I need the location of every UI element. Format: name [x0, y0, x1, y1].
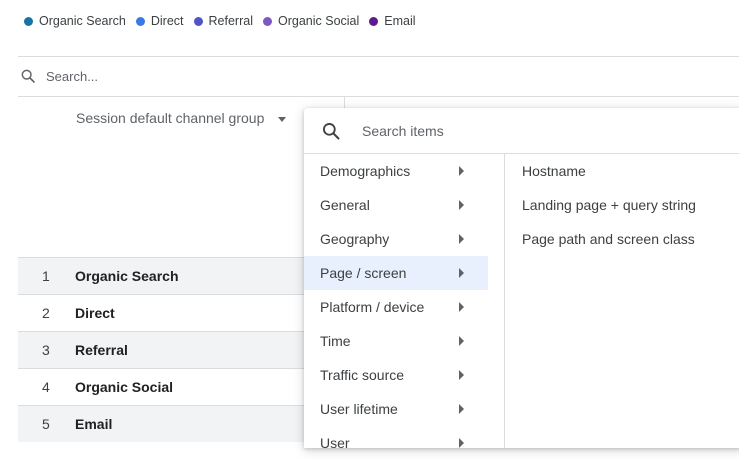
category-label: User lifetime: [320, 401, 398, 417]
category-item-user-lifetime[interactable]: User lifetime: [304, 392, 488, 426]
legend-item-referral[interactable]: Referral: [193, 14, 253, 28]
row-dimension-value: Email: [75, 416, 113, 432]
chevron-right-icon: [459, 200, 464, 210]
legend-item-organic-search[interactable]: Organic Search: [24, 14, 126, 28]
table-search-input[interactable]: [46, 68, 346, 84]
chevron-right-icon: [459, 438, 464, 448]
subitem-landing-page-query-string[interactable]: Landing page + query string: [505, 188, 696, 222]
legend-item-organic-social[interactable]: Organic Social: [262, 14, 360, 28]
menu-search-bar: [304, 108, 739, 154]
legend-label: Direct: [150, 14, 184, 28]
row-dimension-value: Direct: [75, 305, 115, 321]
subitem-list: Hostname Landing page + query string Pag…: [505, 154, 696, 448]
dropdown-caret-icon: [278, 116, 287, 122]
legend-item-direct[interactable]: Direct: [135, 14, 184, 28]
menu-body: Demographics General Geography Page / sc…: [304, 154, 739, 451]
menu-search-input[interactable]: [362, 122, 702, 139]
legend-dot: [262, 16, 272, 26]
category-item-traffic-source[interactable]: Traffic source: [304, 358, 488, 392]
chart-legend: Organic Search Direct Referral Organic S…: [24, 14, 426, 28]
legend-label: Organic Search: [39, 14, 126, 28]
category-item-general[interactable]: General: [304, 188, 488, 222]
legend-dot: [24, 16, 33, 26]
search-icon: [323, 122, 340, 139]
chevron-right-icon: [459, 166, 464, 176]
chevron-right-icon: [459, 370, 464, 380]
row-dimension-value: Referral: [75, 342, 128, 358]
category-label: Time: [320, 333, 351, 349]
search-icon: [21, 69, 35, 83]
category-label: Platform / device: [320, 299, 425, 315]
legend-label: Organic Social: [277, 14, 360, 28]
row-dimension-value: Organic Social: [75, 379, 174, 395]
dimension-selector[interactable]: Session default channel group: [76, 110, 287, 126]
category-item-geography[interactable]: Geography: [304, 222, 488, 256]
category-list: Demographics General Geography Page / sc…: [304, 154, 505, 451]
row-dimension-value: Organic Search: [75, 268, 179, 284]
chevron-right-icon: [459, 336, 464, 346]
chevron-right-icon: [459, 404, 464, 414]
category-item-page-screen[interactable]: Page / screen: [304, 256, 488, 290]
category-label: User: [320, 435, 350, 451]
table-search-bar: [18, 57, 739, 95]
chevron-right-icon: [459, 268, 464, 278]
row-number: 5: [42, 416, 50, 432]
divider: [18, 96, 739, 97]
legend-dot: [193, 16, 203, 26]
legend-label: Email: [384, 14, 416, 28]
subitem-hostname[interactable]: Hostname: [505, 154, 696, 188]
row-number: 1: [42, 268, 50, 284]
legend-dot: [135, 16, 145, 26]
category-label: Page / screen: [320, 265, 407, 281]
category-item-time[interactable]: Time: [304, 324, 488, 358]
chevron-right-icon: [459, 234, 464, 244]
category-label: Demographics: [320, 163, 411, 179]
legend-item-email[interactable]: Email: [369, 14, 416, 28]
row-number: 2: [42, 305, 50, 321]
category-label: General: [320, 197, 370, 213]
category-item-platform-device[interactable]: Platform / device: [304, 290, 488, 324]
category-item-demographics[interactable]: Demographics: [304, 154, 488, 188]
category-label: Traffic source: [320, 367, 405, 383]
category-item-user[interactable]: User: [304, 426, 488, 460]
row-number: 4: [42, 379, 50, 395]
subitem-page-path-screen-class[interactable]: Page path and screen class: [505, 222, 696, 256]
legend-dot: [369, 16, 379, 26]
category-label: Geography: [320, 231, 390, 247]
row-number: 3: [42, 342, 50, 358]
column-header-label: Session default channel group: [76, 110, 265, 126]
legend-label: Referral: [208, 14, 253, 28]
chevron-right-icon: [459, 302, 464, 312]
dimension-picker-menu: Demographics General Geography Page / sc…: [304, 108, 739, 451]
